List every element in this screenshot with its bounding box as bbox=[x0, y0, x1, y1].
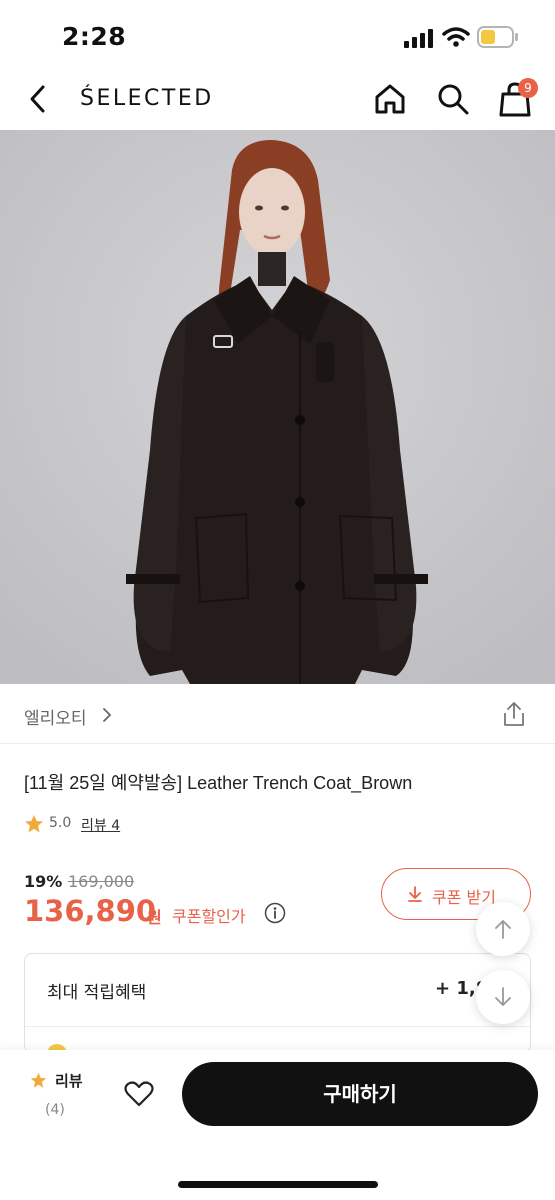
product-image[interactable] bbox=[0, 130, 555, 684]
max-reward-title: 최대 적립혜택 bbox=[47, 983, 147, 1003]
heart-icon[interactable] bbox=[124, 1080, 154, 1108]
buy-button[interactable]: 구매하기 bbox=[182, 1062, 538, 1126]
search-icon[interactable] bbox=[436, 82, 470, 116]
chevron-right-icon[interactable] bbox=[101, 707, 113, 723]
star-icon bbox=[25, 815, 43, 833]
bottom-action-bar: 리뷰 (4) 구매하기 bbox=[0, 1050, 555, 1200]
max-reward-box[interactable]: 최대 적립혜택 + 1,8 bbox=[24, 953, 531, 1053]
home-indicator[interactable] bbox=[178, 1181, 378, 1188]
cart-count-badge: 9 bbox=[518, 78, 538, 98]
coupon-price-label: 쿠폰할인가 bbox=[172, 907, 246, 926]
share-icon[interactable] bbox=[501, 700, 527, 728]
download-icon bbox=[408, 886, 422, 902]
product-title: [11월 25일 예약발송] Leather Trench Coat_Brown bbox=[24, 773, 413, 793]
sale-price: 136,890 bbox=[24, 894, 157, 928]
brand-name-link[interactable]: 엘리오티 bbox=[24, 704, 87, 729]
rating-value: 5.0 bbox=[49, 815, 72, 831]
info-icon[interactable] bbox=[264, 902, 286, 924]
arrow-down-icon bbox=[495, 987, 511, 1006]
bottom-review-label: 리뷰 bbox=[55, 1072, 83, 1090]
divider bbox=[25, 1026, 530, 1027]
back-icon[interactable] bbox=[24, 84, 54, 114]
original-price: 169,000 bbox=[68, 872, 135, 891]
signal-icon bbox=[404, 29, 433, 48]
status-time: 2:28 bbox=[62, 22, 127, 51]
get-coupon-label: 쿠폰 받기 bbox=[432, 888, 496, 907]
nav-bar: ŚELECTED bbox=[0, 72, 555, 130]
brand-row: 엘리오티 bbox=[0, 684, 555, 744]
scroll-down-button[interactable] bbox=[476, 970, 530, 1024]
scroll-up-button[interactable] bbox=[476, 902, 530, 956]
home-icon[interactable] bbox=[373, 82, 407, 116]
discount-rate: 19% bbox=[24, 872, 63, 891]
arrow-up-icon bbox=[495, 920, 511, 939]
bottom-review-button[interactable]: 리뷰 (4) bbox=[30, 1068, 100, 1128]
bottom-review-count: (4) bbox=[45, 1102, 65, 1118]
wifi-icon bbox=[442, 27, 470, 47]
review-count-link[interactable]: 리뷰 4 bbox=[81, 815, 120, 835]
star-icon bbox=[30, 1072, 47, 1088]
status-bar: 2:28 bbox=[0, 0, 555, 72]
currency-unit: 원 bbox=[147, 908, 162, 927]
battery-icon bbox=[477, 26, 518, 48]
brand-logo[interactable]: ŚELECTED bbox=[80, 86, 214, 111]
